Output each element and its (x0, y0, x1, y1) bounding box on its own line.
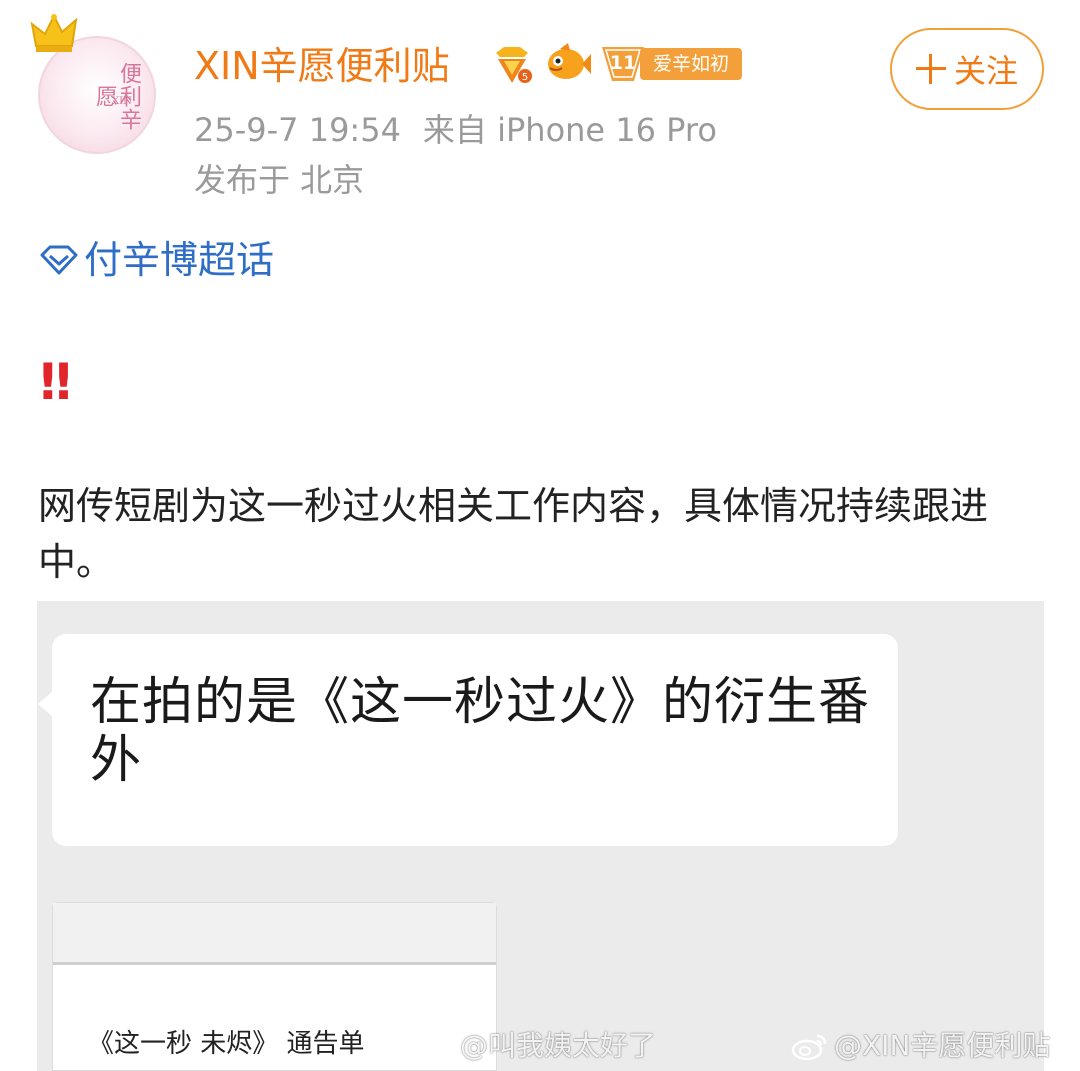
weibo-icon (791, 1034, 827, 1061)
plus-icon (915, 54, 946, 84)
weibo-icon (417, 1034, 453, 1061)
post-source: 来自 iPhone 16 Pro (422, 111, 717, 149)
watermark-1: @叫我姨太好了 (416, 1026, 656, 1066)
fish-badge-icon (548, 43, 591, 79)
chat-bubble-text: 在拍的是《这一秒过火》的衍生番外 (90, 673, 871, 790)
fan-badge-level: 11 (609, 52, 637, 74)
watermark-1-text: @叫我姨太好了 (460, 1029, 657, 1062)
post-meta: 25-9-7 19:54 来自 iPhone 16 Pro (194, 108, 717, 152)
document-card-header (53, 903, 496, 963)
topic-label: 付辛博超话 (84, 238, 275, 282)
username[interactable]: XIN辛愿便利贴 (194, 38, 450, 94)
diamond-vip-icon[interactable]: 5 (490, 43, 534, 87)
watermark-2: @XIN辛愿便利贴 (790, 1026, 1050, 1066)
document-card-divider (53, 962, 496, 965)
crown-icon (30, 13, 78, 52)
svg-text:5: 5 (522, 72, 528, 83)
super-topic-icon (40, 245, 78, 275)
exclamation-emoji: ‼ (40, 353, 71, 411)
avatar-sub-text: XIN (112, 96, 132, 107)
post-location: 发布于 北京 (194, 161, 365, 199)
watermark-2-text: @XIN辛愿便利贴 (834, 1029, 1051, 1062)
follow-label: 关注 (953, 52, 1018, 90)
post-time: 25-9-7 19:54 (194, 111, 401, 149)
document-title: 《这一秒 未烬》 通告单 (88, 1029, 365, 1059)
fan-badge-name[interactable]: 爱辛如初 (640, 48, 742, 80)
post-content: 网传短剧为这一秒过火相关工作内容，具体情况持续跟进中。 (38, 484, 989, 584)
super-topic-link[interactable]: 付辛博超话 (38, 234, 274, 286)
follow-button[interactable]: 关注 (890, 28, 1044, 110)
